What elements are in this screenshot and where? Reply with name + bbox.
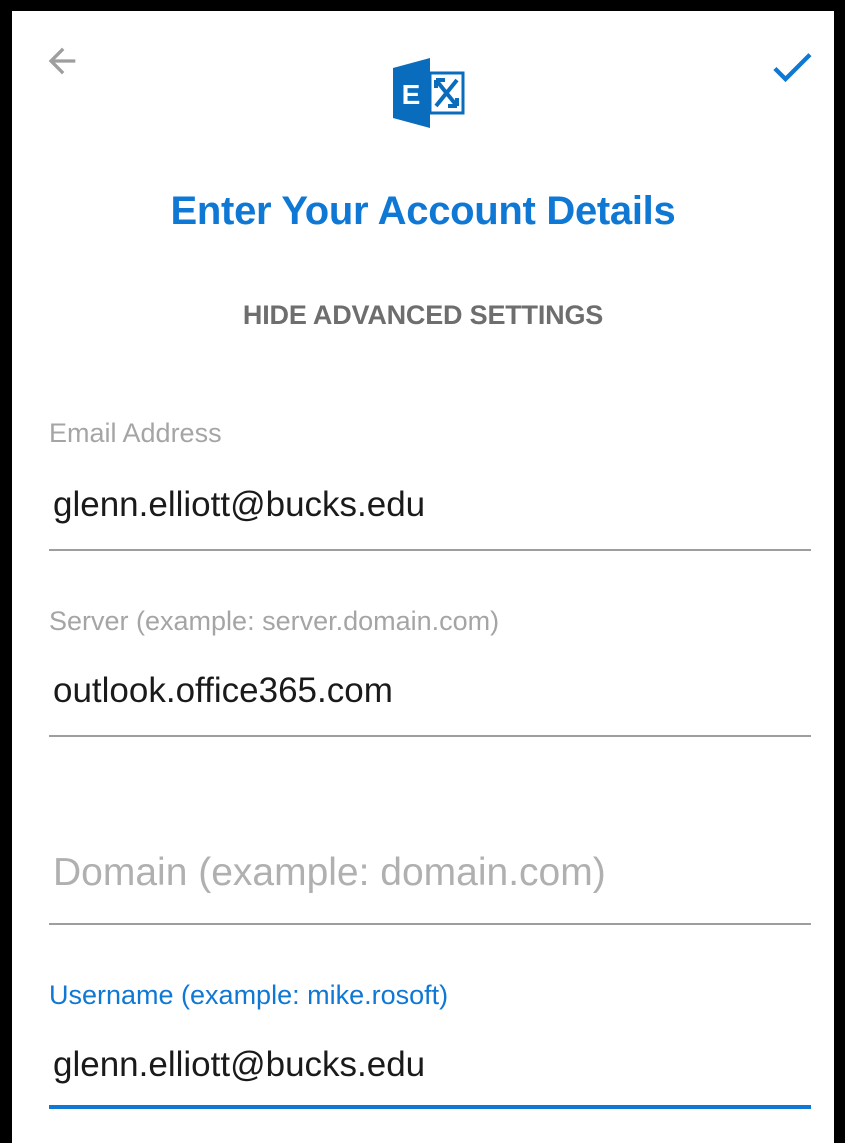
account-details-screen: E Enter Your Account Details HIDE ADVANC…	[12, 11, 834, 1143]
username-underline	[49, 1105, 811, 1109]
confirm-button[interactable]	[764, 43, 820, 91]
exchange-logo: E	[390, 55, 466, 131]
back-button[interactable]	[40, 39, 84, 83]
checkmark-icon	[773, 53, 812, 83]
username-label: Username (example: mike.rosoft)	[49, 980, 449, 1010]
hide-advanced-settings-button[interactable]: HIDE ADVANCED SETTINGS	[212, 293, 634, 337]
page-title: Enter Your Account Details	[170, 189, 676, 233]
username-input[interactable]	[49, 1035, 813, 1095]
domain-input[interactable]	[49, 843, 813, 903]
exchange-logo-icon: E	[393, 58, 465, 128]
server-input[interactable]	[49, 661, 813, 721]
domain-underline	[49, 923, 811, 925]
logo-letter: E	[402, 79, 421, 110]
domain-field	[49, 843, 813, 925]
email-field: Email Address	[49, 415, 813, 551]
server-label: Server (example: server.domain.com)	[49, 606, 500, 636]
arrow-left-icon	[48, 47, 76, 75]
username-field: Username (example: mike.rosoft)	[49, 977, 813, 1109]
email-underline	[49, 549, 811, 551]
email-label: Email Address	[49, 418, 222, 448]
server-field: Server (example: server.domain.com)	[49, 603, 813, 737]
server-underline	[49, 735, 811, 737]
email-input[interactable]	[49, 475, 813, 535]
